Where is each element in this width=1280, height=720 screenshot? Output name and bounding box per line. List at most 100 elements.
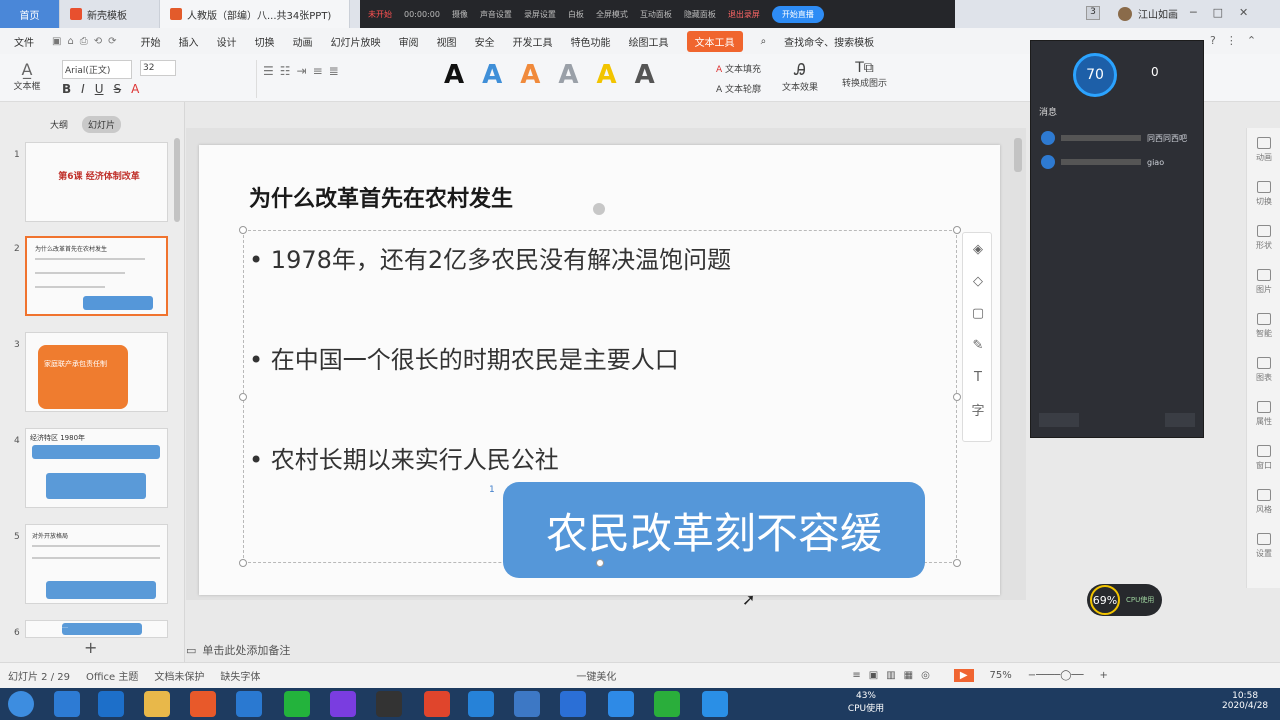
recorder-whiteboard[interactable]: 白板 [568, 9, 584, 20]
media-icon[interactable] [330, 691, 356, 717]
slide-thumb-6[interactable]: … [25, 620, 168, 638]
text-fill-button[interactable]: A 文本填充 [716, 62, 761, 75]
rotate-handle-icon[interactable] [593, 203, 605, 215]
sidebar-item-settings[interactable]: 设置 [1247, 524, 1280, 568]
text-style-grey[interactable]: A [558, 62, 578, 88]
menu-transition[interactable]: 切换 [255, 34, 275, 49]
recorder-settings[interactable]: 录屏设置 [524, 9, 556, 20]
tab-document[interactable]: 人教版（部编）八...共34张PPT) [160, 0, 350, 28]
close-icon[interactable]: ✕ [1239, 6, 1248, 19]
text-style-blue[interactable]: A [482, 62, 502, 88]
resize-handle[interactable] [596, 559, 604, 567]
wps-icon[interactable] [560, 691, 586, 717]
indent-icon[interactable]: ⇥ [297, 64, 313, 78]
menu-animation[interactable]: 动画 [293, 34, 313, 49]
view-mode-icons[interactable]: ≡▣▥▦◎ [852, 670, 937, 681]
feather-icon[interactable] [608, 691, 634, 717]
sidebar-item-smart[interactable]: 智能 [1247, 304, 1280, 348]
bullet-list-icon[interactable]: ☰ [263, 64, 280, 78]
sidebar-item-picture[interactable]: 图片 [1247, 260, 1280, 304]
text-icon[interactable]: T [963, 361, 993, 393]
menu-start[interactable]: 开始 [141, 34, 161, 49]
underline-icon[interactable]: U [95, 82, 104, 96]
bold-icon[interactable]: B [62, 82, 71, 96]
slide-thumb-3[interactable]: 家庭联产承包责任制 [25, 332, 168, 412]
sidebar-item-chart[interactable]: 图表 [1247, 348, 1280, 392]
menu-text-tools[interactable]: 文本工具 [686, 30, 743, 52]
slide-thumb-1[interactable]: 第6课 经济体制改革 [25, 142, 168, 222]
menu-review[interactable]: 审阅 [399, 34, 419, 49]
menu-design[interactable]: 设计 [217, 34, 237, 49]
slide-thumb-4[interactable]: 经济特区 1980年 [25, 428, 168, 508]
thumb-scrollbar[interactable] [174, 138, 180, 222]
slide-title[interactable]: 为什么改革首先在农村发生 [249, 181, 513, 213]
game-icon[interactable] [514, 691, 540, 717]
align-center-icon[interactable]: ≣ [329, 64, 345, 78]
play-icon[interactable]: ▶ [953, 669, 974, 682]
ie-icon[interactable] [54, 691, 80, 717]
resize-handle[interactable] [953, 226, 961, 234]
resize-handle[interactable] [239, 559, 247, 567]
tab-home[interactable]: 首页 [0, 0, 60, 28]
strikethrough-icon[interactable]: S [114, 82, 122, 96]
text-style-orange[interactable]: A [520, 62, 540, 88]
text-style-yellow[interactable]: A [597, 62, 617, 88]
text-style-dark[interactable]: A [635, 62, 655, 88]
wechat-icon[interactable] [654, 691, 680, 717]
start-icon[interactable] [8, 691, 34, 717]
chat-send-button[interactable] [1165, 413, 1195, 427]
resize-handle[interactable] [953, 393, 961, 401]
sidebar-item-animation[interactable]: 动画 [1247, 128, 1280, 172]
zoom-in-icon[interactable]: + [1099, 670, 1107, 681]
folder-icon[interactable] [144, 691, 170, 717]
firefox-icon[interactable] [190, 691, 216, 717]
bullet-item-3[interactable]: • 农村长期以来实行人民公社 [249, 440, 559, 475]
recorder-camera[interactable]: 摄像 [452, 9, 468, 20]
menu-developer[interactable]: 开发工具 [513, 34, 553, 49]
add-slide-button[interactable]: + [84, 638, 97, 657]
recorder-exit[interactable]: 退出录屏 [728, 9, 760, 20]
more-icon[interactable]: ⋮ [1226, 34, 1237, 47]
help-icon[interactable]: ? [1210, 34, 1216, 47]
menu-features[interactable]: 特色功能 [571, 34, 611, 49]
collapse-icon[interactable]: ⌃ [1247, 34, 1256, 47]
font-color-icon[interactable]: A [131, 82, 139, 96]
resize-handle[interactable] [239, 393, 247, 401]
sidebar-item-property[interactable]: 属性 [1247, 392, 1280, 436]
zoom-slider[interactable]: −────◯── [1028, 670, 1084, 681]
align-left-icon[interactable]: ≡ [313, 64, 329, 78]
protect-status[interactable]: 文档未保护 [154, 668, 204, 683]
font-size-select[interactable]: 32 [140, 60, 176, 76]
iqiyi-icon[interactable] [284, 691, 310, 717]
recorder-interactive[interactable]: 互动面板 [640, 9, 672, 20]
italic-icon[interactable]: I [81, 82, 85, 96]
shape-fill-icon[interactable]: ◇ [963, 265, 993, 297]
menu-view[interactable]: 视图 [437, 34, 457, 49]
translate-icon[interactable]: 字 [963, 393, 993, 425]
clock[interactable]: 10:58 2020/4/28 [1222, 691, 1268, 711]
font-family-select[interactable]: Arial(正文) [62, 60, 132, 79]
notes-bar[interactable]: ▭ 单击此处添加备注 [186, 640, 1026, 660]
text-style-black[interactable]: A [444, 62, 464, 88]
resize-handle[interactable] [239, 226, 247, 234]
callout-box[interactable]: 农民改革刻不容缓 [503, 482, 925, 578]
text-outline-button[interactable]: A 文本轮廓 [716, 82, 761, 95]
slide-thumb-2[interactable]: 为什么改革首先在农村发生 [25, 236, 168, 316]
file-menu[interactable]: 文件 [14, 34, 34, 49]
app-icon[interactable] [376, 691, 402, 717]
recorder-audio[interactable]: 声音设置 [480, 9, 512, 20]
ie2-icon[interactable] [468, 691, 494, 717]
chrome-icon[interactable] [424, 691, 450, 717]
numbered-list-icon[interactable]: ☷ [280, 64, 297, 78]
resize-handle[interactable] [953, 559, 961, 567]
browser-icon[interactable] [236, 691, 262, 717]
chat-input[interactable] [1039, 413, 1079, 427]
notification-badge[interactable]: 3 [1086, 6, 1100, 20]
convert-diagram-button[interactable]: T⧉ 转换成图示 [842, 60, 887, 89]
tab-outline[interactable]: 大纲 [50, 118, 68, 131]
recorder-fullscreen[interactable]: 全屏模式 [596, 9, 628, 20]
sidebar-item-transition[interactable]: 切换 [1247, 172, 1280, 216]
recorder-hide[interactable]: 隐藏面板 [684, 9, 716, 20]
tab-slides[interactable]: 幻灯片 [82, 116, 122, 133]
edge-icon[interactable] [98, 691, 124, 717]
